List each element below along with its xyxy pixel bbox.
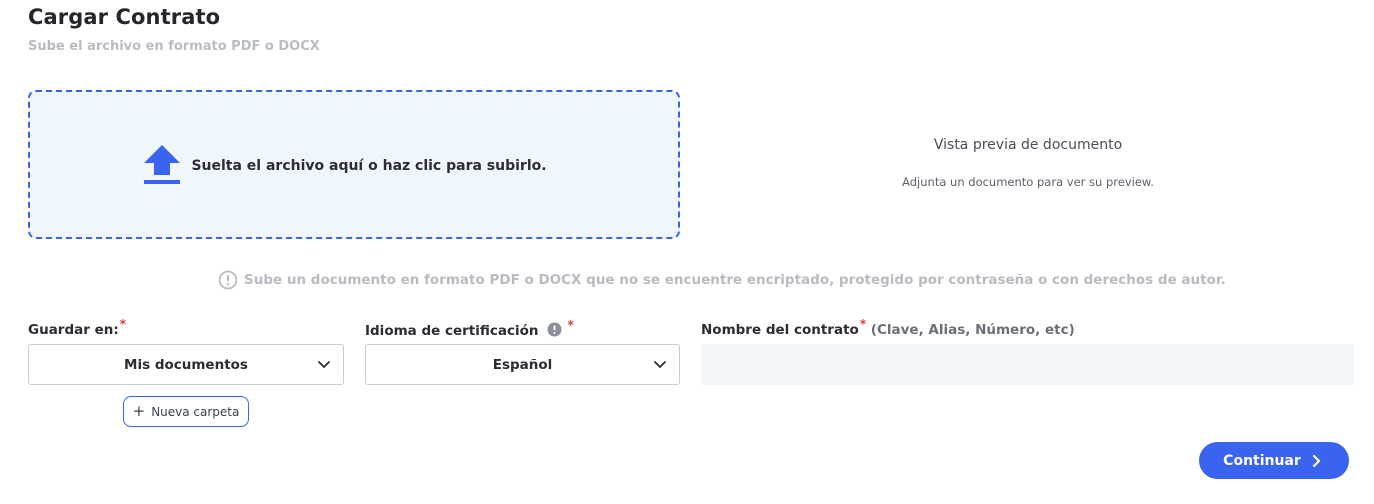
continue-button[interactable]: Continuar	[1199, 442, 1349, 479]
file-dropzone[interactable]: Suelta el archivo aquí o haz clic para s…	[28, 90, 680, 239]
language-label: Idioma de certificación *	[365, 318, 574, 339]
preview-subtitle: Adjunta un documento para ver su preview…	[902, 175, 1154, 189]
plus-icon: +	[132, 401, 146, 420]
preview-title: Vista previa de documento	[933, 137, 1123, 153]
chevron-right-icon	[1312, 454, 1320, 467]
required-mark: *	[859, 317, 867, 331]
save-in-label: Guardar en:*	[28, 317, 126, 338]
info-icon[interactable]	[547, 322, 562, 337]
chevron-down-icon	[654, 361, 666, 368]
contract-name-label: Nombre del contrato* (Clave, Alias, Núme…	[701, 317, 1075, 338]
alert-circle-icon	[218, 270, 238, 290]
page-title: Cargar Contrato	[28, 5, 221, 29]
contract-name-hint: (Clave, Alias, Número, etc)	[866, 322, 1075, 338]
page-subtitle: Sube el archivo en formato PDF o DOCX	[28, 39, 320, 54]
chevron-down-icon	[318, 361, 330, 368]
upload-notice: Sube un documento en formato PDF o DOCX …	[218, 270, 1226, 290]
notice-text: Sube un documento en formato PDF o DOCX …	[244, 272, 1226, 288]
language-value: Español	[492, 356, 553, 373]
upload-icon	[144, 144, 181, 184]
language-label-text: Idioma de certificación	[365, 323, 539, 339]
save-in-select[interactable]: Mis documentos	[28, 344, 344, 385]
save-in-label-text: Guardar en:	[28, 322, 119, 338]
language-select[interactable]: Español	[365, 344, 680, 385]
new-folder-button[interactable]: + Nueva carpeta	[123, 396, 249, 427]
dropzone-content: Suelta el archivo aquí o haz clic para s…	[143, 143, 547, 187]
save-in-value: Mis documentos	[124, 356, 248, 373]
required-mark: *	[119, 317, 127, 331]
dropzone-text: Suelta el archivo aquí o haz clic para s…	[191, 157, 547, 174]
contract-name-label-text: Nombre del contrato	[701, 322, 859, 338]
continue-label: Continuar	[1223, 452, 1301, 469]
contract-name-input[interactable]	[701, 344, 1354, 385]
new-folder-label: Nueva carpeta	[151, 404, 240, 419]
required-mark: *	[567, 318, 574, 332]
